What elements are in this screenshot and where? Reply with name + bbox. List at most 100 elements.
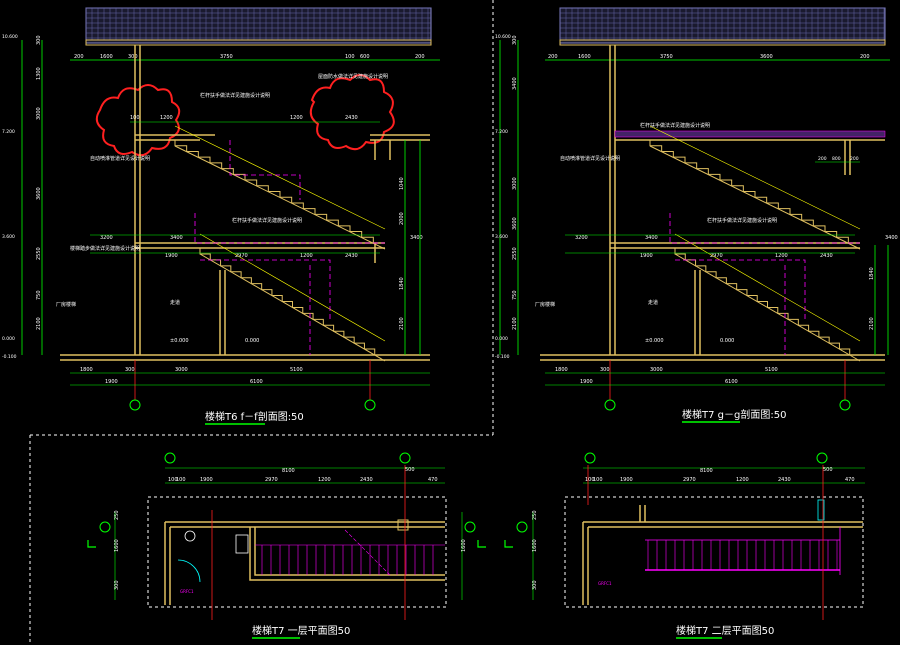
plan-stair xyxy=(261,545,434,575)
dim-label: 2430 xyxy=(345,115,358,121)
plan-dimensions: 100100 1900 2970 1200 2430 470 xyxy=(168,477,438,483)
plan-stair xyxy=(645,527,841,575)
level-label: 10.600 xyxy=(2,34,18,40)
dim-label: 1900 xyxy=(580,379,593,385)
section-f: 200 1600 300 3750 100 600 200 1800 300 3… xyxy=(2,7,440,425)
note-factory-stair: 厂房楼梯 xyxy=(56,301,76,308)
floor-level-2: 0.000 xyxy=(720,338,734,344)
dim-label: 2100 xyxy=(36,317,42,330)
door-swing-icon xyxy=(177,559,201,583)
dim-label: 1900 xyxy=(620,477,633,483)
dim-label: 200 xyxy=(850,156,859,162)
dim-label: 1200 xyxy=(318,477,331,483)
dim-label: 1600 xyxy=(114,539,120,552)
dim-label: 200 xyxy=(74,54,84,60)
dim-label: 1800 xyxy=(555,367,568,373)
plan-1-title: 楼梯T7 一层平面图50 xyxy=(252,624,350,637)
dim-label: 250 xyxy=(114,510,120,520)
dim-label: 250 xyxy=(532,510,538,520)
dim-label: 1600 xyxy=(532,539,538,552)
dim-label: 6100 xyxy=(725,379,738,385)
note-railing-top: 栏杆扶手做法详见建施设计说明 xyxy=(200,92,270,99)
dim-label: 600 xyxy=(360,54,370,60)
level-label: 7.200 xyxy=(495,129,508,135)
dim-label: 3400 xyxy=(170,235,183,241)
dim-label: 1900 xyxy=(200,477,213,483)
top-dimensions: 200 1600 300 3750 100 600 200 xyxy=(74,54,425,60)
dim-label: 1600 xyxy=(461,539,467,552)
dim-label: 3750 xyxy=(660,54,673,60)
dim-label: 300 xyxy=(128,54,138,60)
dim-label: 100 xyxy=(176,477,186,483)
dim-label: 2550 xyxy=(512,247,518,260)
dim-label: 3750 xyxy=(220,54,233,60)
dim-label: 1840 xyxy=(869,267,875,280)
plan-2: 8100 500 100100 1900 2970 1200 2430 470 GRFC1… xyxy=(504,452,865,639)
dim-label: 1800 xyxy=(80,367,93,373)
dim-label: 470 xyxy=(845,477,855,483)
dim-label: 3400 xyxy=(410,235,423,241)
level-label: 0.000 xyxy=(495,336,508,342)
level-label: 10.600 xyxy=(495,34,511,40)
dim-label: 100 xyxy=(130,115,140,121)
room-label: 走道 xyxy=(648,299,658,306)
dim-label: 470 xyxy=(428,477,438,483)
section-g-title: 楼梯T7 g－g剖面图:50 xyxy=(682,408,786,421)
dim-label: 300 xyxy=(36,35,42,45)
dim-label: 300 xyxy=(512,35,518,45)
dim-label: 3400 xyxy=(645,235,658,241)
dim-label: 5100 xyxy=(290,367,303,373)
dim-label: 1900 xyxy=(105,379,118,385)
right-dimensions: 1040 2000 1840 2100 xyxy=(399,177,405,330)
level-label: 7.200 xyxy=(2,129,15,135)
floor-level-1: ±0.000 xyxy=(645,338,664,344)
plan-dimensions: 100100 1900 2970 1200 2430 470 xyxy=(585,477,855,483)
dim-label: 3600 xyxy=(512,217,518,230)
dim-label: 1200 xyxy=(775,253,788,259)
dim-label: 2100 xyxy=(399,317,405,330)
dim-label: 3200 xyxy=(575,235,588,241)
plan-2-title: 楼梯T7 二层平面图50 xyxy=(676,624,774,637)
plan-1: 8100 500 100100 1900 2970 1200 2430 470 GRFC1… xyxy=(87,452,486,639)
dim-label: 1200 xyxy=(300,253,313,259)
dim-label: 200 xyxy=(415,54,425,60)
dim-label: 3000 xyxy=(175,367,188,373)
dim-label: 200 xyxy=(818,156,827,162)
note-step: 楼梯踏步做法详见建施设计说明 xyxy=(70,245,140,252)
revision-cloud-right xyxy=(309,74,395,151)
dim-label: 3600 xyxy=(760,54,773,60)
dim-label: 1900 xyxy=(165,253,178,259)
dim-label: 2100 xyxy=(512,317,518,330)
dim-label: 2430 xyxy=(345,253,358,259)
dim-label: 1300 xyxy=(36,67,42,80)
dim-label: 1600 xyxy=(578,54,591,60)
dim-label: 2970 xyxy=(710,253,723,259)
dim-label: 2430 xyxy=(778,477,791,483)
dim-label: 2970 xyxy=(683,477,696,483)
note-railing-mid: 栏杆扶手做法详见建施设计说明 xyxy=(707,217,777,224)
top-dimensions: 200 1600 3750 3600 200 xyxy=(548,54,870,60)
dim-label: 1040 xyxy=(399,177,405,190)
level-label: 3.600 xyxy=(495,234,508,240)
dim-label: 3400 xyxy=(512,77,518,90)
level-label: -0.100 xyxy=(2,354,17,360)
dim-label: 2100 xyxy=(869,317,875,330)
dim-label: 1600 xyxy=(100,54,113,60)
right-dim: 500 xyxy=(405,467,415,473)
dim-label: 5100 xyxy=(765,367,778,373)
cad-drawing-canvas: 200 1600 300 3750 100 600 200 1800 300 3… xyxy=(2,0,898,645)
overall-dim: 8100 xyxy=(282,468,295,474)
note-sprinkler: 自动喷淋管道详见设计说明 xyxy=(560,155,620,162)
dim-label: 1840 xyxy=(399,277,405,290)
section-g: 200 1600 3750 3600 200 1800 300 3000 510… xyxy=(495,7,898,423)
dim-label: 2970 xyxy=(265,477,278,483)
dim-label: 2970 xyxy=(235,253,248,259)
dim-label: 2000 xyxy=(399,212,405,225)
dim-label: 1200 xyxy=(736,477,749,483)
dim-label: 750 xyxy=(36,290,42,300)
dim-label: 1200 xyxy=(160,115,173,121)
dim-label: 3000 xyxy=(36,107,42,120)
dim-label: 2550 xyxy=(36,247,42,260)
note-railing-top: 栏杆扶手做法详见建施设计说明 xyxy=(640,122,710,129)
right-dimensions: 1840 2100 xyxy=(869,267,875,330)
